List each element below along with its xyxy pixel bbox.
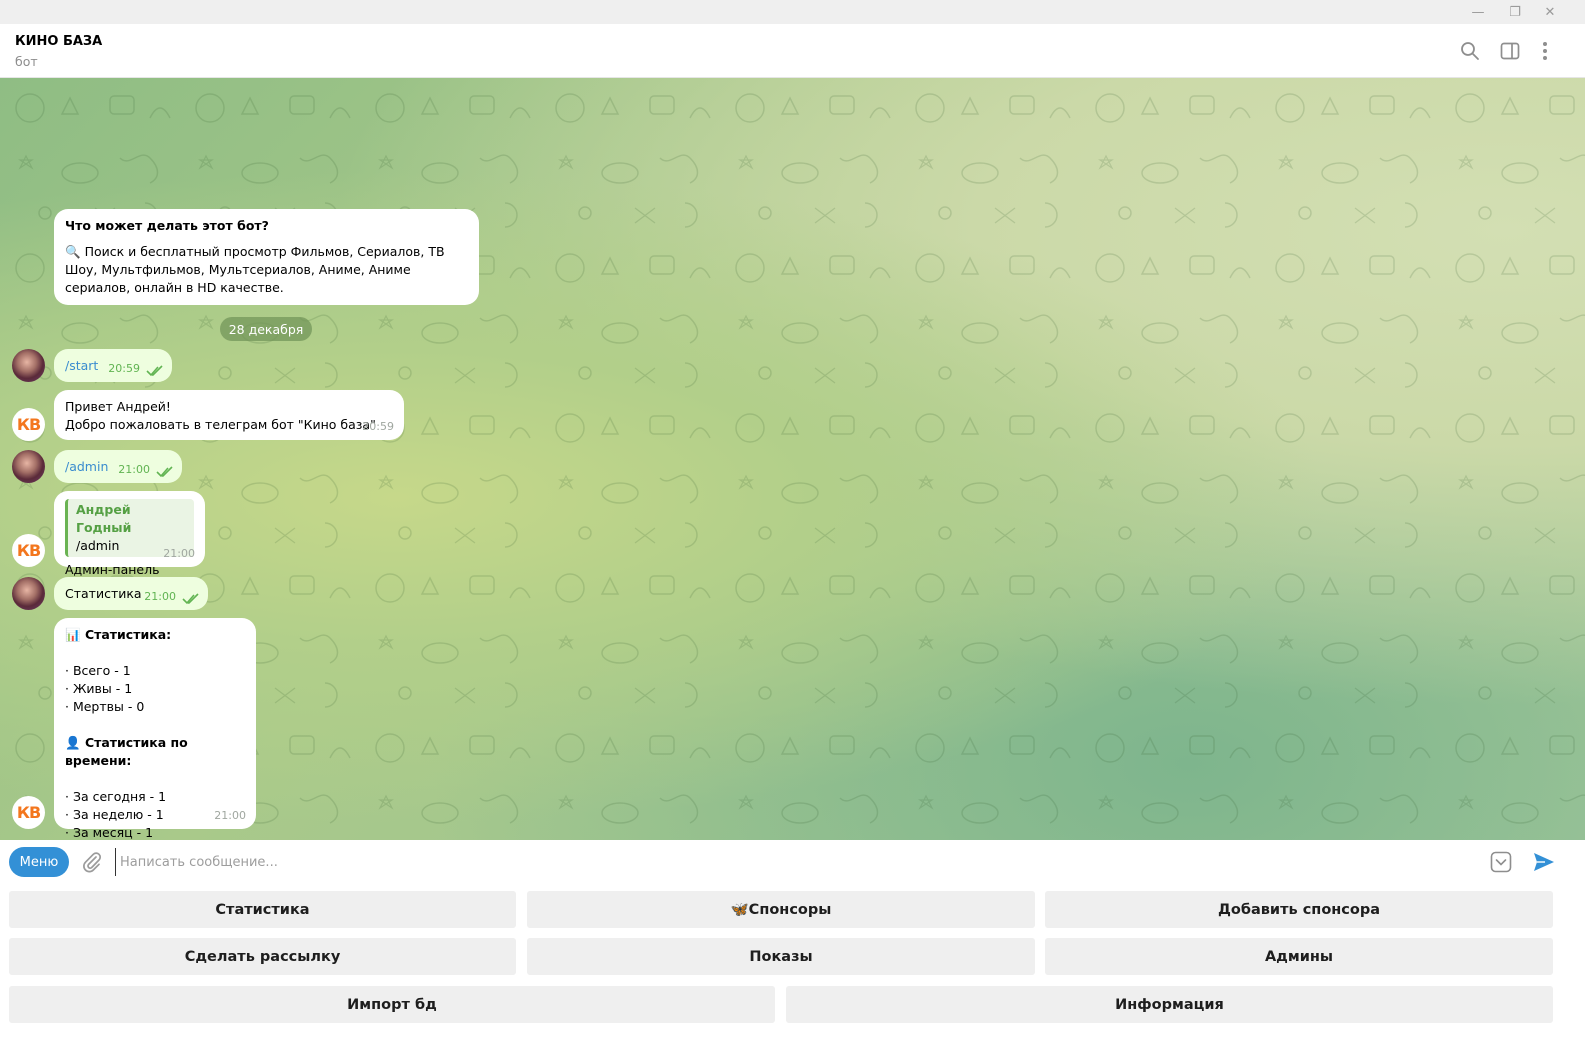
double-check-icon (156, 466, 173, 478)
chat-area[interactable]: Что может делать этот бот? 🔍 Поиск и бес… (0, 78, 1585, 840)
restore-icon[interactable]: ❐ (1497, 0, 1533, 24)
intro-heading: Что может делать этот бот? (65, 218, 269, 233)
stats-line: · Мертвы - 0 (65, 699, 145, 714)
message-outgoing[interactable]: /admin 21:00 (54, 450, 182, 483)
intro-body-text: Поиск и бесплатный просмотр Фильмов, Сер… (65, 244, 445, 295)
stats-time-heading-text: Статистика по времени: (65, 735, 188, 768)
double-check-icon (146, 365, 163, 377)
window-titlebar: — ❐ ✕ (0, 0, 1585, 24)
command-text[interactable]: /start (65, 358, 98, 373)
user-avatar[interactable] (12, 349, 45, 382)
stats-heading-text: Статистика: (84, 627, 172, 642)
bot-reply-keyboard: Статистика 🦋Спонсоры Добавить спонсора С… (0, 884, 1585, 1040)
minimize-icon[interactable]: — (1460, 0, 1496, 24)
stats-line: · Живы - 1 (65, 681, 133, 696)
stats-line: · За месяц - 1 (65, 825, 154, 840)
stats-time-heading: 👤 Статистика по времени: (65, 734, 245, 770)
message-line: Привет Андрей! (65, 399, 171, 414)
message-text: Статистика (65, 586, 142, 601)
stats-line: · Всего - 1 (65, 663, 131, 678)
keyboard-button-shows[interactable]: Показы (527, 938, 1035, 975)
message-incoming[interactable]: Андрей Годный /admin Админ-панель 21:00 (54, 491, 205, 577)
message-outgoing[interactable]: /start 20:59 (54, 349, 172, 382)
message-time: 21:00 (163, 547, 195, 560)
message-line: Добро пожаловать в телеграм бот "Кино ба… (65, 417, 376, 432)
message-time: 21:00 (214, 809, 246, 822)
stats-heading: 📊 Статистика: (65, 626, 245, 644)
intro-body: 🔍 Поиск и бесплатный просмотр Фильмов, С… (65, 243, 468, 297)
message-time: 20:59 (108, 362, 140, 375)
composer: Меню (0, 840, 1585, 884)
keyboard-button-statistics[interactable]: Статистика (9, 891, 516, 928)
chat-title: КИНО БАЗА (15, 34, 103, 49)
more-options-icon[interactable] (1532, 38, 1558, 64)
keyboard-button-add-sponsor[interactable]: Добавить спонсора (1045, 891, 1553, 928)
bar-chart-icon: 📊 (65, 627, 81, 642)
chat-subtitle: бот (15, 54, 38, 69)
menu-button[interactable]: Меню (9, 847, 69, 877)
bot-avatar[interactable]: КВ (12, 534, 45, 567)
command-text[interactable]: /admin (65, 459, 108, 474)
user-avatar[interactable] (12, 577, 45, 610)
message-input[interactable] (115, 848, 1475, 876)
double-check-icon (182, 593, 199, 605)
message-time: 21:00 (144, 590, 176, 603)
bot-avatar[interactable]: КВ (12, 408, 45, 441)
stats-line: · За сегодня - 1 (65, 789, 167, 804)
date-separator: 28 декабря (220, 317, 312, 341)
reply-author: Андрей Годный (76, 502, 132, 535)
message-incoming[interactable]: Привет Андрей! Добро пожаловать в телегр… (54, 390, 404, 440)
user-silhouette-icon: 👤 (65, 735, 81, 750)
send-icon[interactable] (1532, 850, 1556, 874)
message-incoming[interactable]: 📊 Статистика: · Всего - 1 · Живы - 1 · М… (54, 618, 256, 840)
keyboard-button-admins[interactable]: Админы (1045, 938, 1553, 975)
search-icon[interactable] (1457, 38, 1483, 64)
bot-keyboard-icon[interactable] (1490, 851, 1512, 873)
user-avatar[interactable] (12, 450, 45, 483)
bot-intro-bubble: Что может делать этот бот? 🔍 Поиск и бес… (54, 209, 479, 305)
close-icon[interactable]: ✕ (1532, 0, 1568, 24)
message-time: 21:00 (118, 463, 150, 476)
message-outgoing[interactable]: Статистика 21:00 (54, 577, 208, 610)
paperclip-icon[interactable] (80, 850, 104, 874)
keyboard-button-broadcast[interactable]: Сделать рассылку (9, 938, 516, 975)
sidebar-toggle-icon[interactable] (1497, 38, 1523, 64)
keyboard-button-info[interactable]: Информация (786, 986, 1553, 1023)
chat-header[interactable]: КИНО БАЗА бот (0, 24, 1585, 78)
bot-avatar[interactable]: КВ (12, 796, 45, 829)
keyboard-button-import-db[interactable]: Импорт бд (9, 986, 775, 1023)
magnifier-icon: 🔍 (65, 244, 81, 259)
keyboard-button-sponsors[interactable]: 🦋Спонсоры (527, 891, 1035, 928)
message-time: 20:59 (362, 420, 394, 433)
